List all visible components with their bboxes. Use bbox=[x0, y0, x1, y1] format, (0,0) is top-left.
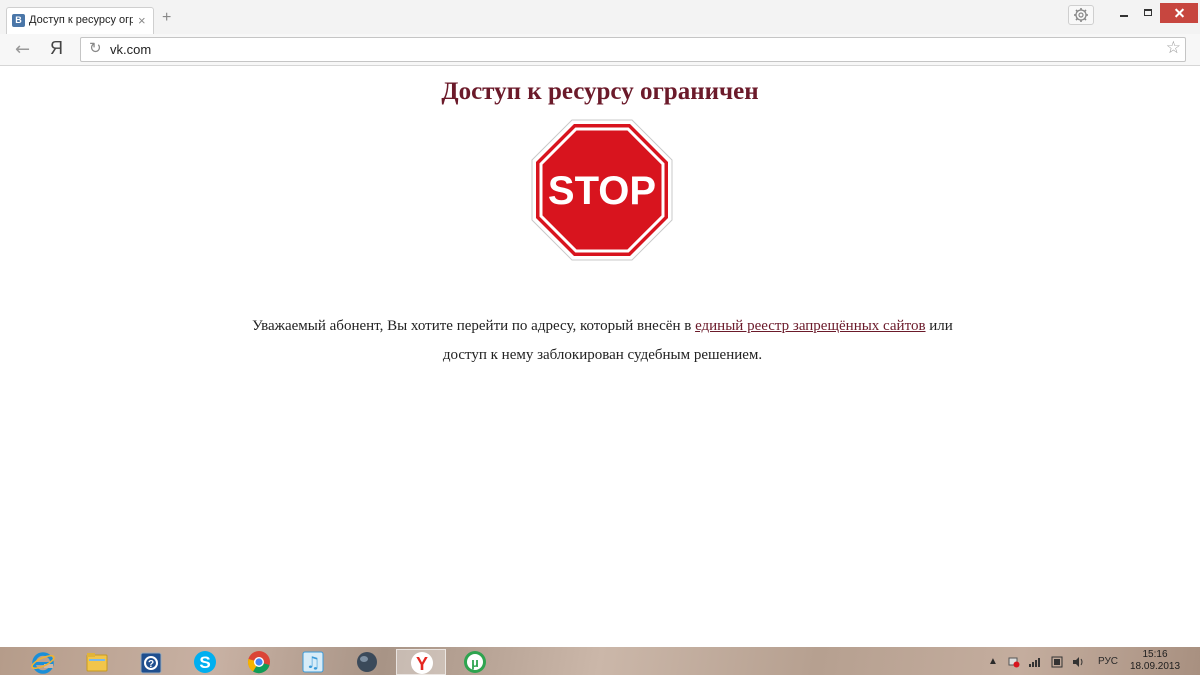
vk-favicon-icon: В bbox=[12, 14, 25, 27]
registry-link[interactable]: единый реестр запрещённых сайтов bbox=[695, 318, 925, 334]
taskbar-internet-explorer[interactable] bbox=[18, 649, 68, 675]
clock-date: 18.09.2013 bbox=[1130, 661, 1181, 672]
notice-text-before: Уважаемый абонент, Вы хотите перейти по … bbox=[252, 318, 696, 334]
url-text[interactable]: vk.com bbox=[110, 42, 151, 57]
restore-button[interactable] bbox=[1137, 4, 1159, 22]
browser-tab[interactable]: В Доступ к ресурсу огр × bbox=[6, 7, 154, 34]
globe-icon bbox=[357, 652, 377, 672]
reload-icon[interactable]: ↻ bbox=[89, 39, 102, 57]
bookmark-star-icon[interactable]: ☆ bbox=[1166, 38, 1181, 58]
taskbar-chrome[interactable] bbox=[234, 649, 284, 675]
chrome-icon bbox=[247, 651, 270, 674]
help-icon: ? bbox=[140, 652, 162, 674]
music-player-icon: ♫ bbox=[302, 651, 324, 673]
tray-network-error-icon[interactable] bbox=[1008, 656, 1020, 671]
tray-overflow-icon[interactable]: ▲ bbox=[988, 656, 998, 667]
taskbar-yandex-browser[interactable]: Y bbox=[396, 649, 446, 675]
file-explorer-icon bbox=[86, 653, 108, 672]
clock-time: 15:16 bbox=[1142, 649, 1168, 660]
block-notice: Уважаемый абонент, Вы хотите перейти по … bbox=[250, 312, 955, 370]
utorrent-icon: µ bbox=[464, 651, 486, 673]
yandex-button[interactable]: Я bbox=[50, 38, 63, 59]
internet-explorer-icon bbox=[31, 652, 55, 674]
tab-close-icon[interactable]: × bbox=[138, 13, 146, 28]
taskbar-clock[interactable]: 15:16 18.09.2013 bbox=[1130, 649, 1180, 673]
close-window-button[interactable] bbox=[1160, 3, 1198, 23]
svg-text:Y: Y bbox=[416, 654, 428, 674]
back-button[interactable]: ← bbox=[15, 39, 30, 60]
taskbar: ? S ♫ Y µ bbox=[0, 647, 1200, 675]
taskbar-skype[interactable]: S bbox=[180, 649, 230, 675]
minimize-button[interactable] bbox=[1113, 4, 1135, 22]
svg-text:S: S bbox=[199, 653, 210, 672]
tray-signal-icon[interactable] bbox=[1028, 656, 1042, 671]
new-tab-button[interactable]: + bbox=[162, 9, 171, 27]
svg-text:?: ? bbox=[148, 659, 154, 670]
stop-sign-icon: STOP bbox=[531, 119, 673, 261]
skype-icon: S bbox=[194, 651, 216, 673]
stop-sign-text: STOP bbox=[548, 169, 656, 213]
taskbar-utorrent[interactable]: µ bbox=[450, 649, 500, 675]
taskbar-globe[interactable] bbox=[342, 649, 392, 675]
tab-title: Доступ к ресурсу огр bbox=[29, 14, 133, 26]
yandex-browser-icon: Y bbox=[411, 652, 433, 674]
taskbar-music-player[interactable]: ♫ bbox=[288, 649, 338, 675]
tray-language[interactable]: РУС bbox=[1098, 656, 1118, 667]
gear-icon bbox=[1074, 8, 1088, 22]
browser-toolbar: ← Я ↻ vk.com ☆ bbox=[0, 34, 1200, 66]
taskbar-help[interactable]: ? bbox=[126, 649, 176, 675]
taskbar-file-explorer[interactable] bbox=[72, 649, 122, 675]
address-bar[interactable]: ↻ vk.com ☆ bbox=[80, 37, 1186, 62]
tray-volume-icon[interactable] bbox=[1072, 656, 1084, 671]
browser-titlebar: В Доступ к ресурсу огр × + bbox=[0, 0, 1200, 34]
svg-text:♫: ♫ bbox=[306, 653, 320, 672]
restore-icon bbox=[1144, 9, 1152, 16]
page-title: Доступ к ресурсу ограничен bbox=[441, 78, 759, 105]
settings-button[interactable] bbox=[1068, 5, 1094, 25]
svg-text:µ: µ bbox=[471, 655, 479, 670]
tray-battery-icon[interactable] bbox=[1050, 656, 1064, 671]
